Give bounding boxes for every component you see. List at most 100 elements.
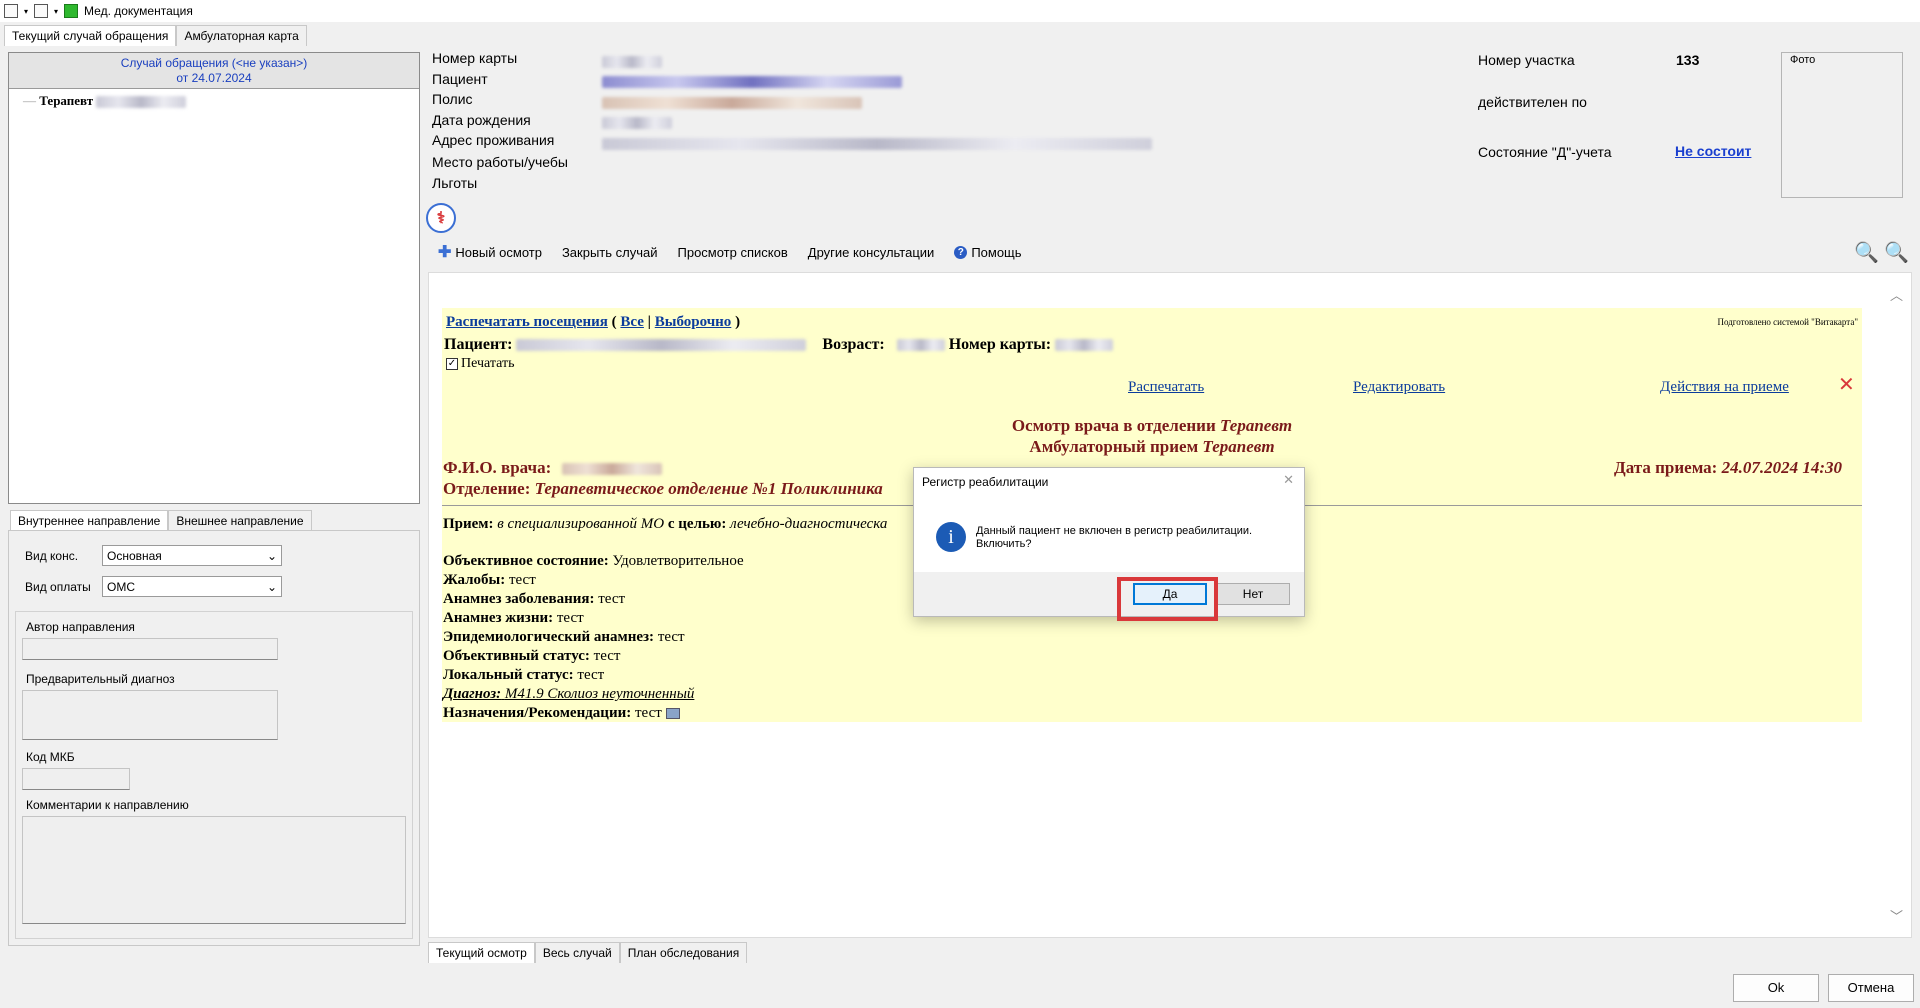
tab-current-case[interactable]: Текущий случай обращения [4,25,177,46]
case-header[interactable]: Случай обращения (<не указан>) от 24.07.… [9,53,419,89]
mkb-field[interactable] [22,768,130,790]
toolbar: ✚ Новый осмотр Закрыть случай Просмотр с… [428,238,1910,266]
print-visits-link[interactable]: Распечатать посещения [446,314,608,330]
cancel-button[interactable]: Отмена [1828,974,1914,1002]
date-row: Дата приема: 24.07.2024 14:30 [1614,458,1842,477]
tab-outpatient-card[interactable]: Амбулаторная карта [176,25,307,46]
exam-line: Эпидемиологический анамнез: тест [443,629,685,645]
layout-menu-icon[interactable] [34,4,49,18]
patient-info-values [602,53,1152,157]
plus-icon: ✚ [438,244,452,261]
all-link[interactable]: Все [620,314,644,330]
tab-current-exam[interactable]: Текущий осмотр [428,942,535,963]
dialog-message: Данный пациент не включен в регистр реаб… [976,525,1253,550]
top-tabs: Текущий случай обращения Амбулаторная ка… [4,25,307,46]
direction-tabs: Внутреннее направление Внешнее направлен… [10,510,312,531]
exam-line: Объективный статус: тест [443,648,621,664]
patient-row: Пациент: Возраст: Номер карты: [444,336,1114,354]
tab-exam-plan[interactable]: План обследования [619,942,748,963]
d-status-link[interactable]: Не состоит [1675,143,1751,159]
d-status-label: Состояние "Д"-учета [1478,144,1612,160]
print-link[interactable]: Распечатать [1128,379,1204,396]
exam-heading: Осмотр врача в отделении Терапевт [1011,416,1293,435]
policy-value [602,96,862,109]
chevron-down-icon: ⌄ [266,548,277,563]
printer-icon[interactable] [665,708,680,720]
workplace-label: Место работы/учебы [432,153,568,170]
highlight-frame [1117,577,1218,621]
prepared-by: Подготовлено системой "Витакарта" [1717,317,1858,327]
policy-label: Полис [432,91,473,107]
comments-field[interactable] [22,816,406,924]
comments-label: Комментарии к направлению [26,798,189,812]
exam-line: Локальный статус: тест [443,667,605,683]
visit-heading: Амбулаторный прием Терапевт [1029,437,1275,456]
actions-link[interactable]: Действия на приеме [1660,379,1789,396]
benefits-label: Льготы [432,175,478,191]
close-document-icon[interactable]: ✕ [1838,372,1855,397]
tab-internal-direction[interactable]: Внутреннее направление [10,510,169,531]
prelim-diagnosis-field[interactable] [22,690,278,740]
no-button[interactable]: Нет [1216,583,1290,605]
zoom-in-icon[interactable]: 🔍 [1854,240,1879,265]
ok-button[interactable]: Ok [1733,974,1819,1002]
patient-info-labels: Номер карты Пациент Полис Дата рождения … [432,50,612,196]
dropdown-arrow-icon[interactable]: ▾ [24,7,28,16]
diagnosis-line[interactable]: Диагноз: M41.9 Сколиоз неуточненный [443,685,744,704]
selective-link[interactable]: Выборочно [655,314,732,330]
rehabilitation-lungs-icon[interactable]: ⚕ [426,203,456,233]
district-label: Номер участка [1478,52,1575,68]
rehab-register-dialog: Регистр реабилитации ✕ i Данный пациент … [913,467,1305,617]
address-label: Адрес проживания [432,132,555,148]
print-visits-row: Распечатать посещения ( Все | Выборочно … [446,314,741,330]
other-consultations-button[interactable]: Другие консультации [798,245,945,260]
payment-select[interactable]: ОМС ⌄ [102,576,282,597]
card-number-label: Номер карты [432,50,518,66]
birth-date-value [602,117,672,130]
title-bar: ▾ ▾ Мед. документация [0,0,1920,22]
payment-label: Вид оплаты [25,580,91,594]
patient-value [602,76,902,89]
case-header-date: от 24.07.2024 [176,71,252,85]
dropdown-arrow-icon[interactable]: ▾ [54,7,58,16]
window-title: Мед. документация [84,4,193,18]
exam-line: Жалобы: тест [443,572,536,588]
department-row: Отделение: Терапевтическое отделение №1 … [443,479,883,498]
scroll-down-icon[interactable]: ﹀ [1890,906,1903,925]
tree-node-therapist[interactable]: — Терапевт [9,89,419,109]
valid-until-label: действителен по [1478,94,1587,110]
close-case-button[interactable]: Закрыть случай [552,245,668,260]
dialog-title: Регистр реабилитации [922,475,1049,489]
help-button[interactable]: ? Помощь [944,245,1031,260]
author-field[interactable] [22,638,278,660]
card-number-value [602,55,662,68]
kind-label: Вид конс. [25,549,79,563]
kind-select[interactable]: Основная ⌄ [102,545,282,566]
close-icon[interactable]: ✕ [1283,472,1294,488]
mkb-label: Код МКБ [26,750,75,764]
new-exam-button[interactable]: ✚ Новый осмотр [428,242,552,262]
photo-label: Фото [1790,54,1816,66]
exam-lines: Объективное состояние: Удовлетворительно… [443,552,744,723]
document-menu-icon[interactable] [4,4,18,18]
doctor-row: Ф.И.О. врача: [443,458,662,478]
photo-box: Фото [1781,52,1903,198]
district-value: 133 [1676,52,1700,68]
prelim-diagnosis-label: Предварительный диагноз [26,672,175,686]
scroll-up-icon[interactable]: ︿ [1890,285,1903,304]
tab-external-direction[interactable]: Внешнее направление [168,510,312,531]
case-header-title: Случай обращения (<не указан>) [120,56,308,70]
help-icon: ? [954,245,968,259]
zoom-out-icon[interactable]: 🔍 [1884,240,1909,265]
edit-link[interactable]: Редактировать [1353,379,1445,396]
tab-whole-case[interactable]: Весь случай [534,942,620,963]
address-value [602,137,1152,150]
dialog-footer: Да Нет [914,572,1304,616]
chevron-down-icon: ⌄ [266,579,277,594]
app-icon [64,4,79,18]
direction-panel: Вид конс. Основная ⌄ Вид оплаты ОМС ⌄ Авто… [8,530,420,946]
exam-line: Анамнез жизни: тест [443,610,584,626]
info-icon: i [936,522,966,552]
view-lists-button[interactable]: Просмотр списков [668,245,798,260]
print-checkbox[interactable]: ✓ [446,358,458,370]
